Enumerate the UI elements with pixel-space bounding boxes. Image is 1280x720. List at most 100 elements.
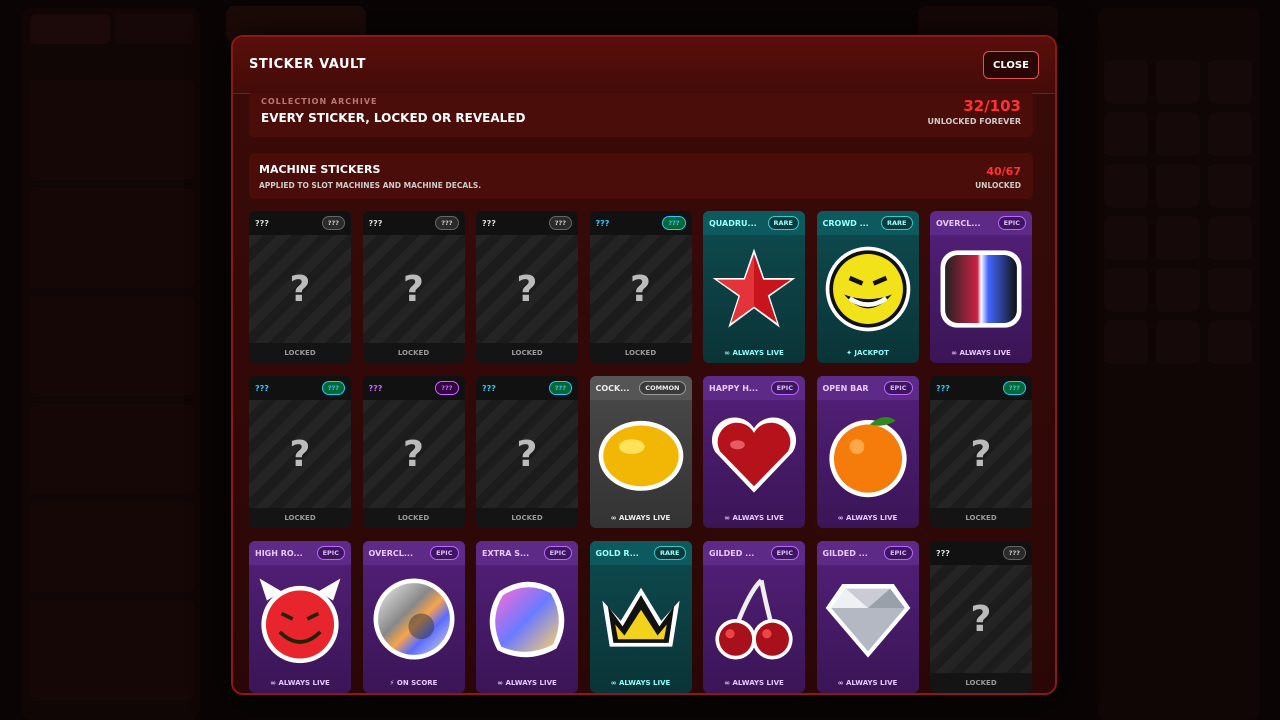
sticker-card[interactable]: GOLD R... RARE ∞ ALWAYS LIVE: [589, 541, 692, 693]
sticker-card[interactable]: OVERCL... EPIC ⚡ ON SCORE: [362, 541, 465, 693]
sticker-name: HAPPY H...: [709, 383, 759, 393]
sticker-name: OVERCL...: [368, 548, 414, 558]
rarity-badge: ???: [1002, 546, 1026, 560]
rarity-badge: EPIC: [543, 546, 572, 560]
question-sticker-art: ?: [249, 400, 351, 508]
sticker-card[interactable]: ??????? LOCKED: [249, 211, 351, 363]
rarity-badge: ???: [662, 216, 686, 230]
sticker-card-header: EXTRA S... EPIC: [476, 541, 578, 565]
sticker-card[interactable]: CROWD ... RARE ✦ JACKPOT: [816, 211, 919, 363]
sticker-status: ∞ ALWAYS LIVE: [610, 514, 671, 522]
sticker-card-header: ??????: [476, 376, 578, 400]
sticker-card[interactable]: GILDED ... EPIC ∞ ALWAYS LIVE: [703, 541, 805, 693]
rarity-badge: EPIC: [884, 546, 913, 560]
rarity-badge: EPIC: [884, 381, 913, 395]
sticker-card[interactable]: ??????? LOCKED: [930, 541, 1032, 693]
sticker-name: ???: [482, 218, 496, 228]
rarity-badge: EPIC: [997, 216, 1026, 230]
sticker-card-header: ??????: [930, 376, 1032, 400]
question-sticker-art: ?: [930, 565, 1032, 673]
holo-sticker-art: [930, 235, 1032, 343]
sticker-status: ∞ ALWAYS LIVE: [497, 679, 557, 687]
sticker-card[interactable]: ??????? LOCKED: [476, 211, 578, 363]
sticker-card-header: OPEN BAR EPIC: [816, 376, 919, 400]
question-sticker-art: ?: [476, 400, 578, 508]
rarity-badge: RARE: [881, 216, 913, 230]
sticker-card-header: QUADRU... RARE: [703, 211, 805, 235]
question-sticker-art: ?: [476, 235, 578, 343]
sticker-grid: ??????? LOCKED??????? LOCKED??????? LOCKED?…: [249, 211, 1032, 693]
sticker-card[interactable]: ??????? LOCKED: [589, 211, 692, 363]
sticker-status: LOCKED: [362, 343, 465, 363]
sticker-card[interactable]: ??????? LOCKED: [249, 376, 351, 528]
diamond-sticker-art: [817, 565, 919, 673]
devil-sticker-art: [249, 565, 351, 673]
section-description: APPLIED TO SLOT MACHINES AND MACHINE DEC…: [259, 181, 482, 190]
sticker-card[interactable]: HIGH RO... EPIC ∞ ALWAYS LIVE: [249, 541, 351, 693]
sticker-status: ✦ JACKPOT: [846, 349, 889, 357]
rarity-badge: RARE: [654, 546, 686, 560]
sticker-card-header: OVERCL... EPIC: [362, 541, 465, 565]
rarity-badge: ???: [435, 381, 459, 395]
sticker-card-header: ??????: [476, 211, 578, 235]
cherry-sticker-art: [703, 565, 805, 673]
archive-headline: EVERY STICKER, LOCKED OR REVEALED: [261, 111, 526, 125]
section-title: MACHINE STICKERS: [259, 163, 381, 176]
sticker-name: ???: [255, 218, 269, 228]
rarity-badge: ???: [548, 381, 572, 395]
orange-sticker-art: [817, 400, 919, 508]
lemon-sticker-art: [590, 400, 692, 508]
sticker-name: ???: [368, 218, 383, 228]
sticker-status: LOCKED: [930, 508, 1032, 528]
sticker-card-header: ??????: [589, 211, 692, 235]
sticker-status: LOCKED: [476, 343, 578, 363]
question-sticker-art: ?: [362, 235, 465, 343]
sticker-name: COCK...: [595, 383, 630, 393]
rarity-badge: EPIC: [316, 546, 345, 560]
sticker-card[interactable]: OVERCL... EPIC ∞ ALWAYS LIVE: [930, 211, 1032, 363]
smiley-sticker-art: [817, 235, 919, 343]
sticker-status: LOCKED: [476, 508, 578, 528]
sticker-card-header: OVERCL... EPIC: [930, 211, 1032, 235]
sticker-card[interactable]: COCK... COMMON ∞ ALWAYS LIVE: [589, 376, 692, 528]
sticker-status: ∞ ALWAYS LIVE: [610, 679, 671, 687]
question-sticker-art: ?: [930, 400, 1032, 508]
sticker-name: CROWD ...: [822, 218, 869, 228]
sticker-name: GILDED ...: [709, 548, 755, 558]
sticker-card[interactable]: ??????? LOCKED: [930, 376, 1032, 528]
sticker-card-header: ??????: [362, 376, 465, 400]
sticker-card[interactable]: QUADRU... RARE ∞ ALWAYS LIVE: [703, 211, 805, 363]
rarity-badge: RARE: [767, 216, 799, 230]
sticker-name: QUADRU...: [709, 218, 757, 228]
modal-title: STICKER VAULT: [249, 57, 366, 72]
question-sticker-art: ?: [249, 235, 351, 343]
sticker-name: HIGH RO...: [255, 548, 303, 558]
sticker-card-header: ??????: [249, 211, 351, 235]
sticker-card-header: HAPPY H... EPIC: [703, 376, 805, 400]
sticker-card[interactable]: OPEN BAR EPIC ∞ ALWAYS LIVE: [816, 376, 919, 528]
modal-header: STICKER VAULT CLOSE: [233, 37, 1055, 94]
rarity-badge: EPIC: [430, 546, 459, 560]
star-sticker-art: [703, 235, 805, 343]
vault-scroll-area[interactable]: COLLECTION ARCHIVE EVERY STICKER, LOCKED…: [249, 93, 1033, 693]
sticker-name: ???: [368, 383, 383, 393]
sticker-status: ∞ ALWAYS LIVE: [837, 679, 898, 687]
sticker-card[interactable]: ??????? LOCKED: [362, 376, 465, 528]
sticker-card[interactable]: GILDED ... EPIC ∞ ALWAYS LIVE: [816, 541, 919, 693]
sticker-card[interactable]: EXTRA S... EPIC ∞ ALWAYS LIVE: [476, 541, 578, 693]
sticker-status: ∞ ALWAYS LIVE: [724, 514, 784, 522]
sticker-vault-modal: STICKER VAULT CLOSE COLLECTION ARCHIVE E…: [231, 35, 1057, 695]
collection-archive-banner: COLLECTION ARCHIVE EVERY STICKER, LOCKED…: [249, 93, 1033, 137]
sticker-card-header: GOLD R... RARE: [589, 541, 692, 565]
sticker-card[interactable]: ??????? LOCKED: [476, 376, 578, 528]
sticker-card-header: ??????: [362, 211, 465, 235]
sticker-card[interactable]: ??????? LOCKED: [362, 211, 465, 363]
sticker-name: OVERCL...: [936, 218, 981, 228]
sticker-card[interactable]: HAPPY H... EPIC ∞ ALWAYS LIVE: [703, 376, 805, 528]
sticker-status: LOCKED: [589, 343, 692, 363]
archive-count: 32/103: [963, 97, 1021, 115]
close-button[interactable]: CLOSE: [983, 51, 1039, 79]
question-sticker-art: ?: [362, 400, 465, 508]
section-count: 40/67: [986, 165, 1021, 178]
sticker-card-header: COCK... COMMON: [589, 376, 692, 400]
